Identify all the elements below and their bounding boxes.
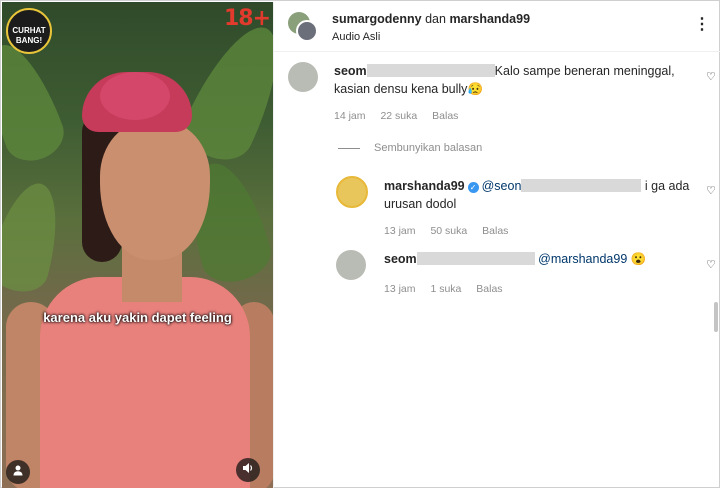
- mention-link[interactable]: @seon: [482, 179, 522, 193]
- redacted-text: [521, 179, 642, 192]
- video-caption: karena aku yakin dapet feeling: [43, 310, 232, 325]
- video-player[interactable]: CURHAT BANG! 18+ karena aku yakin dapet …: [2, 2, 273, 488]
- post-frame: CURHAT BANG! 18+ karena aku yakin dapet …: [0, 0, 720, 488]
- age-rating-badge: 18+: [224, 6, 271, 31]
- comment-body: seom Kalo sampe beneran meninggal, kasian…: [334, 62, 694, 98]
- scrollbar[interactable]: [714, 302, 718, 332]
- comment-time: 14 jam: [334, 110, 366, 122]
- reply-likes[interactable]: 50 suka: [430, 225, 467, 237]
- reply-meta: 13 jam 50 suka Balas: [384, 225, 520, 237]
- post-header: sumargodenny dan marshanda99 Audio Asli …: [274, 2, 720, 52]
- person-icon[interactable]: [6, 460, 30, 484]
- comment-username[interactable]: seom: [334, 64, 367, 78]
- author-link[interactable]: sumargodenny: [332, 12, 422, 26]
- reply-button[interactable]: Balas: [482, 225, 508, 237]
- redacted-text: [416, 252, 535, 265]
- redacted-text: [366, 64, 495, 77]
- avatar[interactable]: [336, 176, 368, 208]
- reply-button[interactable]: Balas: [476, 283, 502, 295]
- like-heart-icon[interactable]: ♡: [706, 184, 716, 197]
- person-face: [100, 120, 210, 260]
- plant-leaf: [2, 176, 71, 298]
- hide-replies-button[interactable]: Sembunyikan balasan: [374, 142, 482, 154]
- emoji: 😮: [630, 252, 647, 266]
- like-heart-icon[interactable]: ♡: [706, 70, 716, 83]
- reply-text: i ga ada: [644, 179, 690, 193]
- channel-logo-text: CURHAT BANG!: [12, 26, 46, 45]
- comment-likes[interactable]: 22 suka: [380, 110, 417, 122]
- reply-time: 13 jam: [384, 283, 416, 295]
- post-authors: sumargodenny dan marshanda99: [332, 12, 530, 26]
- reply-username[interactable]: seom: [384, 252, 417, 266]
- reply-meta: 13 jam 1 suka Balas: [384, 283, 515, 295]
- person-hair-bun: [100, 72, 170, 120]
- conjunction-text: dan: [425, 12, 446, 26]
- comment-meta: 14 jam 22 suka Balas: [334, 110, 470, 122]
- emoji: 😥: [467, 82, 484, 96]
- reply-username[interactable]: marshanda99: [384, 179, 465, 193]
- channel-logo: CURHAT BANG!: [6, 8, 52, 54]
- plant-leaf: [2, 35, 71, 169]
- reply-likes[interactable]: 1 suka: [430, 283, 461, 295]
- reply-time: 13 jam: [384, 225, 416, 237]
- more-options-icon[interactable]: ⋮: [694, 14, 711, 34]
- reply-button[interactable]: Balas: [432, 110, 458, 122]
- reply-body: marshanda99 ✓ @seon i ga ada urusan dodol: [384, 177, 694, 213]
- like-heart-icon[interactable]: ♡: [706, 258, 716, 271]
- avatar[interactable]: [296, 20, 318, 42]
- comments-panel: sumargodenny dan marshanda99 Audio Asli …: [273, 2, 720, 488]
- reply-body: seom @marshanda99 😮: [384, 250, 694, 268]
- speaker-icon[interactable]: [236, 458, 260, 482]
- mention-link[interactable]: @marshanda99: [538, 252, 627, 266]
- verified-badge-icon: ✓: [467, 182, 479, 193]
- person-top: [40, 277, 250, 488]
- avatar[interactable]: [336, 250, 366, 280]
- audio-link[interactable]: Audio Asli: [332, 31, 380, 43]
- divider-line: [338, 148, 360, 149]
- reply-text: urusan dodol: [384, 197, 457, 211]
- avatar[interactable]: [288, 62, 318, 92]
- author-link[interactable]: marshanda99: [449, 12, 530, 26]
